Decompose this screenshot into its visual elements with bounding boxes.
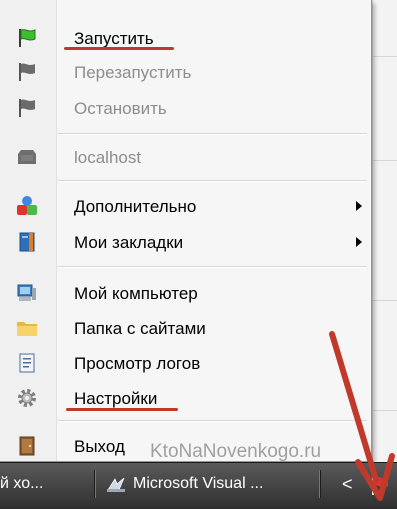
menu-item-label: Остановить xyxy=(74,99,167,118)
settings-underline xyxy=(66,408,178,411)
taskbar-item-truncated[interactable]: й хо... xyxy=(0,470,80,498)
menu-separator xyxy=(58,266,367,268)
menu-item-settings[interactable]: Настройки xyxy=(0,382,372,414)
menu-item-view-logs[interactable]: Просмотр логов xyxy=(0,347,372,379)
shapes-icon xyxy=(17,196,37,215)
menu-item-sites-folder[interactable]: Папка с сайтами xyxy=(0,312,372,344)
gray-flag-icon xyxy=(19,99,35,117)
menu-item-label: Перезапустить xyxy=(74,63,192,82)
folder-icon xyxy=(17,322,37,336)
watermark-text: KtoNaNovenkogo.ru xyxy=(150,441,322,462)
background-window xyxy=(372,0,397,462)
submenu-arrow-icon xyxy=(356,201,362,211)
menu-item-bookmarks[interactable]: Мои закладки xyxy=(0,226,372,258)
menu-item-advanced[interactable]: Дополнительно xyxy=(0,190,372,222)
bg-divider xyxy=(373,56,397,57)
bookmarks-icon xyxy=(19,232,35,252)
visual-studio-icon xyxy=(107,477,125,492)
menu-item-label: Запустить xyxy=(74,29,154,48)
show-hidden-icons-chevron[interactable]: < xyxy=(342,470,353,498)
menu-item-label: Выход xyxy=(74,437,125,456)
bg-divider xyxy=(373,410,397,411)
menu-separator xyxy=(58,180,367,182)
log-icon xyxy=(19,353,35,373)
menu-item-start[interactable]: Запустить xyxy=(0,22,372,54)
menu-item-localhost[interactable]: localhost xyxy=(0,141,372,173)
gray-flag-icon xyxy=(19,63,35,81)
computer-icon xyxy=(17,284,36,301)
menu-item-my-computer[interactable]: Мой компьютер xyxy=(0,277,372,309)
taskbar-item-visual-studio[interactable]: Microsoft Visual ... xyxy=(94,470,321,498)
green-flag-icon xyxy=(19,29,36,47)
menu-item-label: Мой компьютер xyxy=(74,284,198,303)
exit-door-icon xyxy=(19,436,35,456)
menu-item-label: Мои закладки xyxy=(74,233,184,252)
taskbar-item-label: Microsoft Visual ... xyxy=(133,475,264,492)
menu-item-label: Настройки xyxy=(74,389,158,408)
tray-flag-icon[interactable] xyxy=(368,473,390,497)
submenu-arrow-icon xyxy=(356,237,362,247)
server-icon xyxy=(18,150,36,164)
menu-item-label: localhost xyxy=(74,148,142,167)
start-underline xyxy=(64,47,174,50)
menu-item-label: Просмотр логов xyxy=(74,354,201,373)
menu-separator xyxy=(58,420,367,422)
gear-icon xyxy=(18,389,36,407)
tray-context-menu: Запустить Перезапустить Остановить local… xyxy=(0,0,372,462)
taskbar: й хо... Microsoft Visual ... < xyxy=(0,462,397,509)
menu-item-restart[interactable]: Перезапустить xyxy=(0,56,372,88)
menu-separator xyxy=(58,133,367,135)
menu-item-label: Дополнительно xyxy=(74,197,197,216)
bg-divider xyxy=(373,300,397,301)
menu-item-label: Папка с сайтами xyxy=(74,319,206,338)
menu-item-stop[interactable]: Остановить xyxy=(0,92,372,124)
bg-divider xyxy=(373,160,397,161)
